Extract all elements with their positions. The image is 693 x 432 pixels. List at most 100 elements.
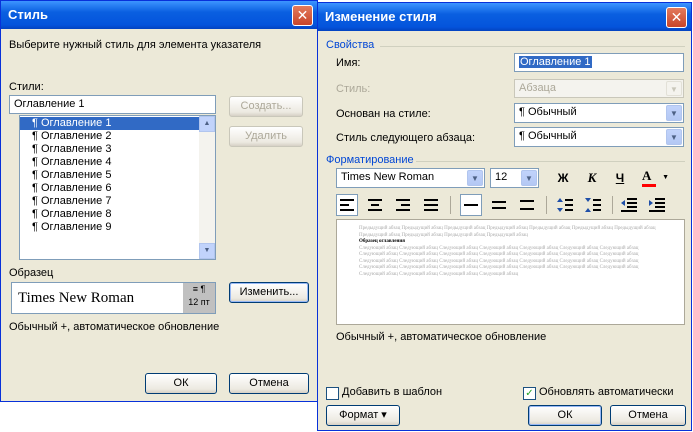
toolbar-divider [546,196,547,214]
double-spacing-icon [520,200,534,210]
properties-divider [380,46,685,47]
based-on-select[interactable]: ¶ Обычный ▼ [514,103,684,123]
close-icon[interactable]: ✕ [292,5,313,26]
style-prompt: Выберите нужный стиль для элемента указа… [9,39,262,51]
styles-list: ¶ Оглавление 1 ¶ Оглавление 2 ¶ Оглавление… [20,117,199,234]
list-item[interactable]: ¶ Оглавление 4 [20,156,199,169]
size-select[interactable]: 12 ▼ [490,168,539,188]
styles-label: Стили: [9,81,44,93]
add-to-template-label: Добавить в шаблон [342,386,443,398]
format-button[interactable]: Формат ▾ [326,405,400,426]
style-preview: Предыдущий абзац Предыдущий абзац Предыд… [336,219,685,325]
space-decrease-icon [585,198,601,212]
font-select[interactable]: Times New Roman ▼ [336,168,485,188]
bold-button[interactable]: Ж [552,167,574,189]
properties-header: Свойства [326,39,375,51]
modify-dialog-title: Изменение стиля [325,9,437,24]
close-icon[interactable]: ✕ [666,7,687,28]
based-on-label: Основан на стиле: [336,108,431,120]
modify-style-description: Обычный +, автоматическое обновление [336,331,547,343]
style-type-select[interactable]: Абзаца ▼ [514,79,684,98]
list-item[interactable]: ¶ Оглавление 1 [20,117,199,130]
toolbar-divider [450,196,451,214]
style-dialog-title: Стиль [8,7,48,22]
based-on-value: ¶ Обычный [519,106,577,118]
sample-size: 12 пт [188,297,210,307]
list-item[interactable]: ¶ Оглавление 8 [20,208,199,221]
list-item[interactable]: ¶ Оглавление 9 [20,221,199,234]
modify-ok-button[interactable]: ОК [528,405,602,426]
modify-button[interactable]: Изменить... [229,282,309,303]
align-right-button[interactable] [392,194,414,216]
align-center-icon [368,199,382,211]
italic-button[interactable]: К [581,167,603,189]
list-item[interactable]: ¶ Оглавление 2 [20,130,199,143]
increase-indent-button[interactable] [646,194,668,216]
style-dialog: Стиль ✕ Выберите нужный стиль для элемен… [0,0,318,402]
list-scrollbar[interactable]: ▲ ▼ [199,116,215,259]
paragraph-align-icon: ≡ ¶ [192,284,206,294]
style-dialog-titlebar: Стиль ✕ [1,1,317,29]
chevron-down-icon[interactable]: ▼ [521,170,537,186]
sample-label: Образец [9,267,54,279]
sample-box: Times New Roman ≡ ¶ 12 пт [11,282,216,314]
decrease-indent-icon [621,198,637,212]
modify-style-dialog: Изменение стиля ✕ Свойства Имя: Оглавлен… [317,2,692,431]
delete-button[interactable]: Удалить [229,126,303,147]
font-color-swatch [642,184,656,187]
preview-previous-paragraph: Предыдущий абзац Предыдущий абзац Предыд… [359,226,656,238]
align-center-button[interactable] [364,194,386,216]
double-spacing-button[interactable] [516,194,538,216]
style-description: Обычный +, автоматическое обновление [9,321,220,333]
list-item[interactable]: ¶ Оглавление 6 [20,182,199,195]
styles-listbox[interactable]: ¶ Оглавление 1 ¶ Оглавление 2 ¶ Оглавление… [19,115,216,260]
justify-button[interactable] [420,194,442,216]
preview-next-paragraph: Следующий абзац Следующий абзац Следующи… [359,245,639,277]
chevron-down-icon: ▼ [666,81,682,96]
next-style-select[interactable]: ¶ Обычный ▼ [514,127,684,147]
list-item[interactable]: ¶ Оглавление 7 [20,195,199,208]
font-color-button[interactable]: A ▼ [639,167,671,189]
underline-button[interactable]: Ч [609,167,631,189]
modify-dialog-titlebar: Изменение стиля ✕ [318,3,691,31]
chevron-down-icon[interactable]: ▼ [666,105,682,121]
create-button[interactable]: Создать... [229,96,303,117]
name-label: Имя: [336,57,361,69]
align-right-icon [396,199,410,211]
style-type-label: Стиль: [336,83,371,95]
next-style-label: Стиль следующего абзаца: [336,132,476,144]
space-increase-icon [557,198,573,212]
decrease-indent-button[interactable] [618,194,640,216]
chevron-down-icon[interactable]: ▼ [467,170,483,186]
sample-font-text: Times New Roman [18,290,135,306]
style-type-value: Абзаца [519,82,556,94]
auto-update-checkbox[interactable]: ✓ [523,387,536,400]
list-item[interactable]: ¶ Оглавление 3 [20,143,199,156]
name-input[interactable]: Оглавление 1 [514,53,684,72]
formatting-divider [416,161,685,162]
underline-label: Ч [615,171,625,185]
style-ok-button[interactable]: ОК [145,373,217,394]
style-name-input[interactable]: Оглавление 1 [9,95,216,114]
add-to-template-checkbox[interactable] [326,387,339,400]
justify-icon [424,199,438,211]
name-input-value: Оглавление 1 [519,56,592,68]
list-item[interactable]: ¶ Оглавление 5 [20,169,199,182]
toolbar-divider [612,196,613,214]
auto-update-label: Обновлять автоматически [539,386,674,398]
next-style-value: ¶ Обычный [519,130,577,142]
one-half-spacing-button[interactable] [488,194,510,216]
space-before-increase-button[interactable] [554,194,576,216]
single-spacing-icon [464,204,478,206]
space-before-decrease-button[interactable] [582,194,604,216]
style-cancel-button[interactable]: Отмена [229,373,309,394]
single-spacing-button[interactable] [460,194,482,216]
align-left-icon [340,199,354,211]
align-left-button[interactable] [336,194,358,216]
chevron-down-icon[interactable]: ▼ [666,129,682,145]
chevron-down-icon: ▼ [662,174,669,181]
scroll-down-icon[interactable]: ▼ [199,243,215,259]
bold-label: Ж [557,171,569,185]
scroll-up-icon[interactable]: ▲ [199,116,215,132]
modify-cancel-button[interactable]: Отмена [610,405,686,426]
